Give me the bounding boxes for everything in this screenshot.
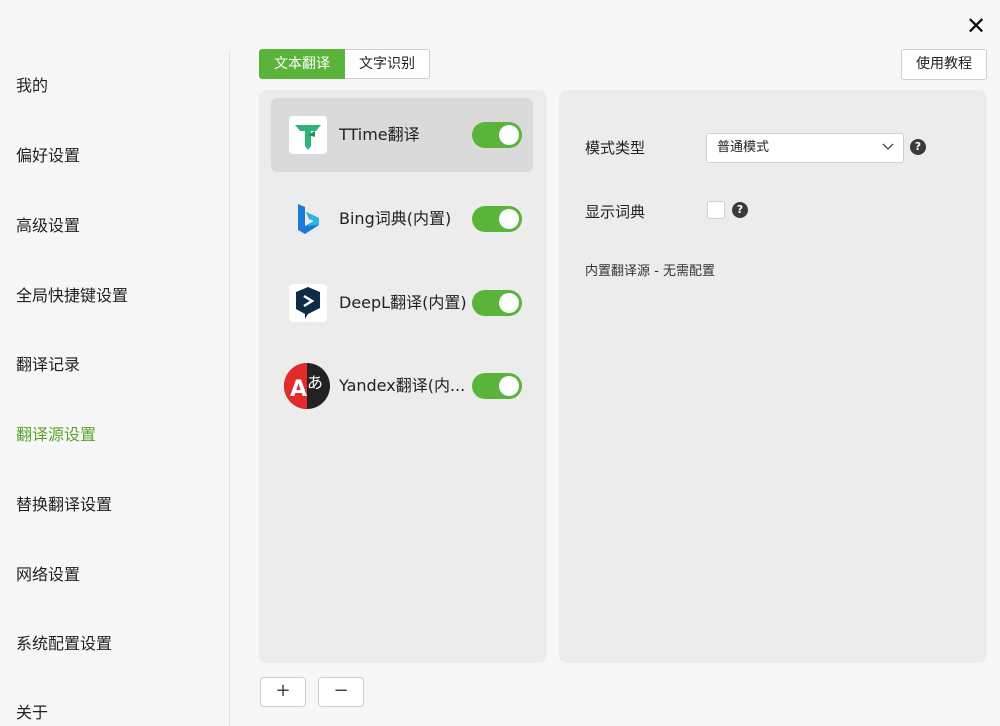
sidebar-item-network[interactable]: 网络设置 xyxy=(16,561,80,585)
deepl-logo-icon xyxy=(289,284,327,322)
builtin-note: 内置翻译源 - 无需配置 xyxy=(585,264,715,279)
service-toggle[interactable] xyxy=(472,206,522,232)
mode-select-value: 普通模式 xyxy=(717,140,770,155)
sidebar-item-sources[interactable]: 翻译源设置 xyxy=(16,421,96,445)
add-service-button[interactable]: + xyxy=(260,677,306,707)
service-name: Bing词典(内置) xyxy=(339,209,452,228)
tab-ocr[interactable]: 文字识别 xyxy=(345,49,430,79)
remove-service-button[interactable]: − xyxy=(318,677,364,707)
chevron-down-icon xyxy=(882,143,894,151)
help-icon[interactable]: ? xyxy=(910,139,926,155)
sidebar-item-history[interactable]: 翻译记录 xyxy=(16,351,80,375)
help-icon[interactable]: ? xyxy=(732,202,748,218)
tutorial-button[interactable]: 使用教程 xyxy=(901,49,987,80)
sidebar-item-shortcuts[interactable]: 全局快捷键设置 xyxy=(16,282,128,306)
service-name: Yandex翻译(内... xyxy=(339,376,466,395)
sidebar-item-system[interactable]: 系统配置设置 xyxy=(16,630,112,654)
sidebar-divider xyxy=(229,50,230,726)
svg-text:A: A xyxy=(290,377,307,402)
service-item-yandex[interactable]: A あ Yandex翻译(内... xyxy=(271,349,533,423)
settings-panel: 模式类型 普通模式 ? 显示词典 ? 内置翻译源 - 无需配置 xyxy=(559,90,987,663)
sidebar-item-mine[interactable]: 我的 xyxy=(16,72,48,96)
tab-text-translation[interactable]: 文本翻译 xyxy=(259,49,345,79)
sidebar-item-about[interactable]: 关于 xyxy=(16,699,48,723)
show-dict-label: 显示词典 xyxy=(585,203,646,221)
sidebar: 我的 偏好设置 高级设置 全局快捷键设置 翻译记录 翻译源设置 替换翻译设置 网… xyxy=(0,0,229,726)
mode-type-label: 模式类型 xyxy=(585,139,646,157)
svg-text:あ: あ xyxy=(307,373,323,392)
bing-logo-icon xyxy=(298,204,319,234)
service-item-ttime[interactable]: TTime翻译 xyxy=(271,98,533,172)
service-toggle[interactable] xyxy=(472,373,522,399)
service-toggle[interactable] xyxy=(472,122,522,148)
sidebar-item-replace[interactable]: 替换翻译设置 xyxy=(16,491,112,515)
service-name: TTime翻译 xyxy=(339,125,420,144)
sidebar-item-advanced[interactable]: 高级设置 xyxy=(16,212,80,236)
mode-select[interactable]: 普通模式 xyxy=(706,133,904,163)
yandex-logo-icon: A あ xyxy=(284,363,330,409)
service-item-deepl[interactable]: DeepL翻译(内置) xyxy=(271,266,533,340)
show-dict-checkbox[interactable] xyxy=(707,201,725,219)
service-name: DeepL翻译(内置) xyxy=(339,293,467,312)
ttime-logo-icon xyxy=(289,116,327,154)
sidebar-item-preferences[interactable]: 偏好设置 xyxy=(16,142,80,166)
service-item-bing[interactable]: Bing词典(内置) xyxy=(271,182,533,256)
close-button[interactable]: ✕ xyxy=(964,14,988,38)
service-toggle[interactable] xyxy=(472,290,522,316)
service-list: TTime翻译 Bing词典(内置) DeepL翻译(内置) A あ Yande… xyxy=(259,90,547,663)
tab-bar: 文本翻译 文字识别 xyxy=(259,49,430,79)
